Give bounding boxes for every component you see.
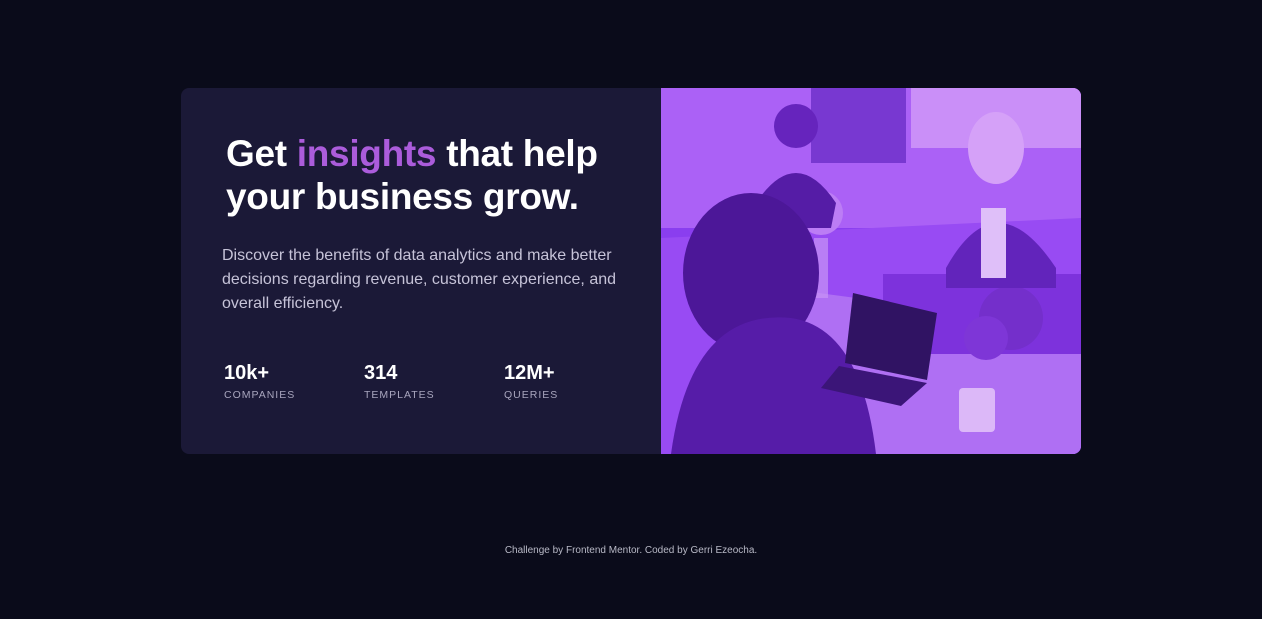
stat-label: QUERIES bbox=[504, 389, 559, 401]
stat-value: 12M+ bbox=[504, 362, 555, 384]
stat-queries: 12M+ QUERIES bbox=[504, 361, 644, 403]
stats-row: 10k+ COMPANIES 314 TEMPLATES 12M+ QUERIE… bbox=[224, 361, 644, 403]
description: Discover the benefits of data analytics … bbox=[222, 247, 617, 312]
header-image bbox=[661, 88, 1081, 454]
stat-label: TEMPLATES bbox=[364, 389, 435, 401]
headline-start: Get bbox=[226, 133, 297, 174]
stat-label: COMPANIES bbox=[224, 389, 296, 401]
attribution-footer: Challenge by Frontend Mentor. Coded by G… bbox=[504, 545, 758, 556]
stat-templates: 314 TEMPLATES bbox=[364, 361, 504, 403]
stats-preview-card: Get insights that help your business gro… bbox=[181, 88, 1081, 454]
headline: Get insights that help your business gro… bbox=[226, 132, 636, 218]
stat-value: 314 bbox=[364, 362, 398, 384]
stat-value: 10k+ bbox=[224, 362, 270, 384]
card-content: Get insights that help your business gro… bbox=[181, 88, 661, 454]
headline-accent: insights bbox=[296, 133, 437, 174]
photo-tint bbox=[661, 88, 1081, 454]
office-team-photo bbox=[661, 88, 1081, 454]
stat-companies: 10k+ COMPANIES bbox=[224, 361, 364, 403]
